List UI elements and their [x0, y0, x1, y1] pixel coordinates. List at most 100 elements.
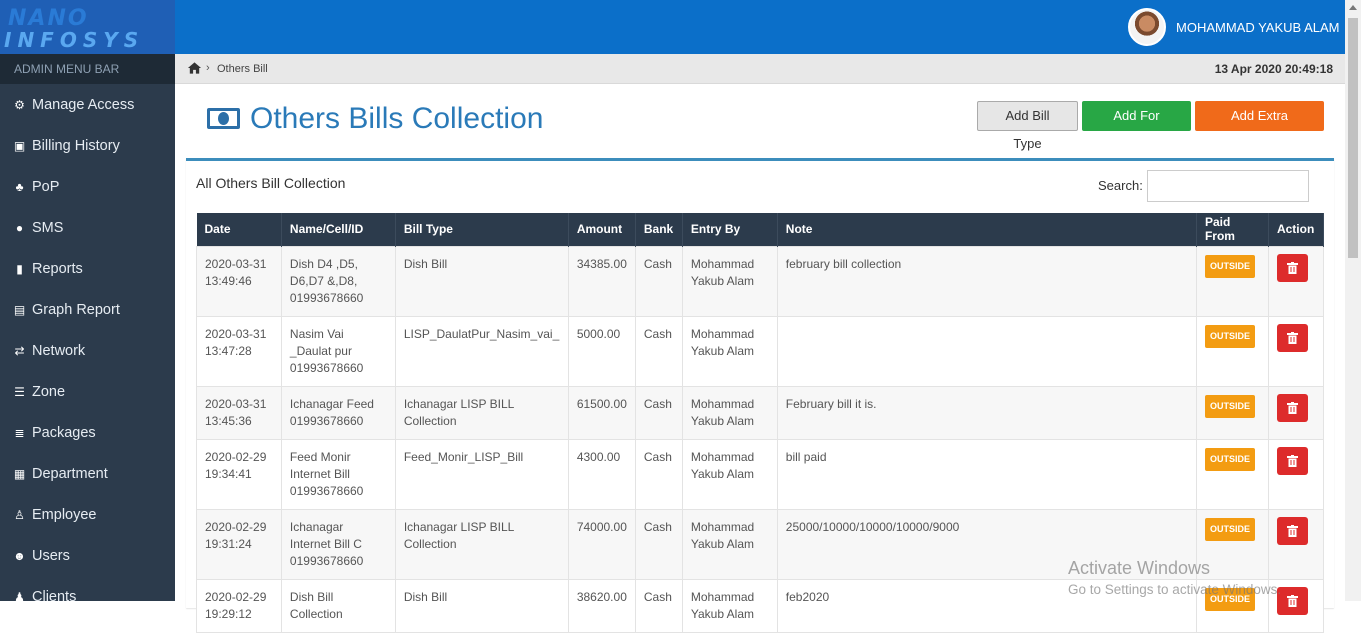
column-header[interactable]: Date [196, 213, 282, 246]
bank-cell: Cash [634, 245, 683, 317]
action-cell [1267, 385, 1325, 440]
delete-button[interactable] [1276, 323, 1308, 352]
amount-cell: 4300.00 [567, 438, 636, 510]
user-name[interactable]: MOHAMMAD YAKUB ALAM [1176, 20, 1340, 35]
date-cell: 2020-02-29 19:31:24 [196, 508, 282, 580]
column-header[interactable]: Amount [568, 213, 636, 246]
table-row: 2020-03-31 13:49:46 Dish D4 ,D5, D6,D7 &,… [196, 245, 1325, 317]
sidebar-item-manage-access[interactable]: ⚙ Manage Access [0, 84, 175, 125]
sidebar-item-label: SMS [32, 219, 64, 236]
column-header[interactable]: Action [1268, 213, 1325, 246]
column-header[interactable]: Paid From [1196, 213, 1269, 246]
sidebar-item-label: Billing History [32, 137, 120, 154]
bank-cell: Cash [634, 578, 683, 633]
sidebar-item-clients[interactable]: ♟ Clients [0, 576, 175, 617]
delete-button[interactable] [1276, 516, 1308, 545]
brand-logo[interactable]: NANO INFOSYS [0, 0, 175, 54]
sidebar-item-reports[interactable]: ▮ Reports [0, 248, 175, 289]
entry-by-cell: Mohammad Yakub Alam [681, 438, 778, 510]
paid-from-cell: OUTSIDE [1195, 245, 1269, 317]
amount-cell: 34385.00 [567, 245, 636, 317]
amount-cell: 74000.00 [567, 508, 636, 580]
bank-cell: Cash [634, 315, 683, 387]
sidebar-item-label: Employee [32, 506, 97, 523]
paid-from-cell: OUTSIDE [1195, 385, 1269, 440]
sidebar-item-users[interactable]: ☻ Users [0, 535, 175, 576]
note-cell: bill paid [776, 438, 1197, 510]
delete-button[interactable] [1276, 253, 1308, 282]
name-cell: Dish Bill Collection [280, 578, 396, 633]
note-cell: February bill it is. [776, 385, 1197, 440]
sidebar-item-department[interactable]: ▦ Department [0, 453, 175, 494]
logo-text-bottom: INFOSYS [4, 28, 145, 52]
list-icon: ☰ [14, 384, 25, 399]
delete-button[interactable] [1276, 446, 1308, 475]
status-badge: OUTSIDE [1204, 394, 1255, 418]
sidebar-item-packages[interactable]: ≣ Packages [0, 412, 175, 453]
note-cell: february bill collection [776, 245, 1197, 317]
bank-cell: Cash [634, 438, 683, 510]
column-header[interactable]: Entry By [682, 213, 778, 246]
sidebar-item-employee[interactable]: ♙ Employee [0, 494, 175, 535]
entry-by-cell: Mohammad Yakub Alam [681, 508, 778, 580]
th-large-icon: ▦ [13, 466, 26, 481]
signal-icon: ▮ [16, 261, 23, 276]
trash-icon [1286, 401, 1298, 414]
note-cell [776, 315, 1197, 387]
date-cell: 2020-03-31 13:47:28 [196, 315, 282, 387]
add-bill-type-button[interactable]: Add Bill Type [977, 101, 1078, 151]
bar-chart-icon: ▤ [13, 302, 26, 317]
name-cell: Dish D4 ,D5, D6,D7 &,D8, 01993678660 [280, 245, 396, 317]
column-header[interactable]: Note [777, 213, 1197, 246]
table-header-row: Date Name/Cell/ID Bill Type Amount Bank Entry… [196, 213, 1325, 246]
sidebar-item-network[interactable]: ⇄ Network [0, 330, 175, 371]
breadcrumb: › Others Bill 13 Apr 2020 20:49:18 [175, 54, 1345, 84]
date-cell: 2020-03-31 13:49:46 [196, 245, 282, 317]
add-extra-income-button[interactable]: Add Extra Income [1195, 101, 1324, 151]
sidebar-item-billing-history[interactable]: ▣ Billing History [0, 125, 175, 166]
sidebar-item-sms[interactable]: ● SMS [0, 207, 175, 248]
scroll-up-icon[interactable] [1349, 5, 1357, 10]
bill-type-cell: Feed_Monir_LISP_Bill [394, 438, 569, 510]
top-navbar: NANO INFOSYS MOHAMMAD YAKUB ALAM [0, 0, 1345, 54]
bill-type-cell: Dish Bill [394, 245, 569, 317]
page-scrollbar[interactable] [1345, 0, 1361, 601]
sidebar: ADMIN MENU BAR ⚙ Manage Access ▣ Billing Hi… [0, 54, 175, 605]
trash-icon [1286, 261, 1298, 274]
bill-type-cell: Ichanagar LISP BILL Collection [394, 385, 569, 440]
current-datetime: 13 Apr 2020 20:49:18 [1214, 62, 1333, 76]
status-badge: OUTSIDE [1204, 447, 1255, 471]
sidebar-item-label: Clients [32, 588, 77, 605]
column-header[interactable]: Bank [635, 213, 683, 246]
sidebar-item-pop[interactable]: ♣ PoP [0, 166, 175, 207]
entry-by-cell: Mohammad Yakub Alam [681, 385, 778, 440]
avatar[interactable] [1128, 8, 1166, 46]
home-icon[interactable] [187, 61, 202, 75]
sidebar-item-zone[interactable]: ☰ Zone [0, 371, 175, 412]
action-cell [1267, 245, 1325, 317]
bill-type-cell: Dish Bill [394, 578, 569, 633]
sidebar-item-label: Department [32, 465, 108, 482]
amount-cell: 61500.00 [567, 385, 636, 440]
scroll-thumb[interactable] [1348, 18, 1358, 258]
date-cell: 2020-02-29 19:29:12 [196, 578, 282, 633]
action-cell [1267, 508, 1325, 580]
bill-type-cell: Ichanagar LISP BILL Collection [394, 508, 569, 580]
entry-by-cell: Mohammad Yakub Alam [681, 315, 778, 387]
action-cell [1267, 315, 1325, 387]
page-header: Others Bills Collection Add Bill Type Ad… [175, 85, 1345, 151]
column-header[interactable]: Bill Type [395, 213, 569, 246]
sidebar-item-label: Zone [32, 383, 66, 400]
search-label: Search: [1098, 178, 1143, 193]
status-badge: OUTSIDE [1204, 517, 1255, 541]
name-cell: Nasim Vai _Daulat pur 01993678660 [280, 315, 396, 387]
delete-button[interactable] [1276, 393, 1308, 422]
column-header[interactable]: Name/Cell/ID [281, 213, 396, 246]
entry-by-cell: Mohammad Yakub Alam [681, 578, 778, 633]
money-icon: ▣ [13, 138, 26, 153]
sidebar-item-graph-report[interactable]: ▤ Graph Report [0, 289, 175, 330]
name-cell: Ichanagar Feed 01993678660 [280, 385, 396, 440]
add-for-client-button[interactable]: Add For Client [1082, 101, 1191, 151]
search-input[interactable] [1147, 170, 1309, 202]
date-cell: 2020-03-31 13:45:36 [196, 385, 282, 440]
